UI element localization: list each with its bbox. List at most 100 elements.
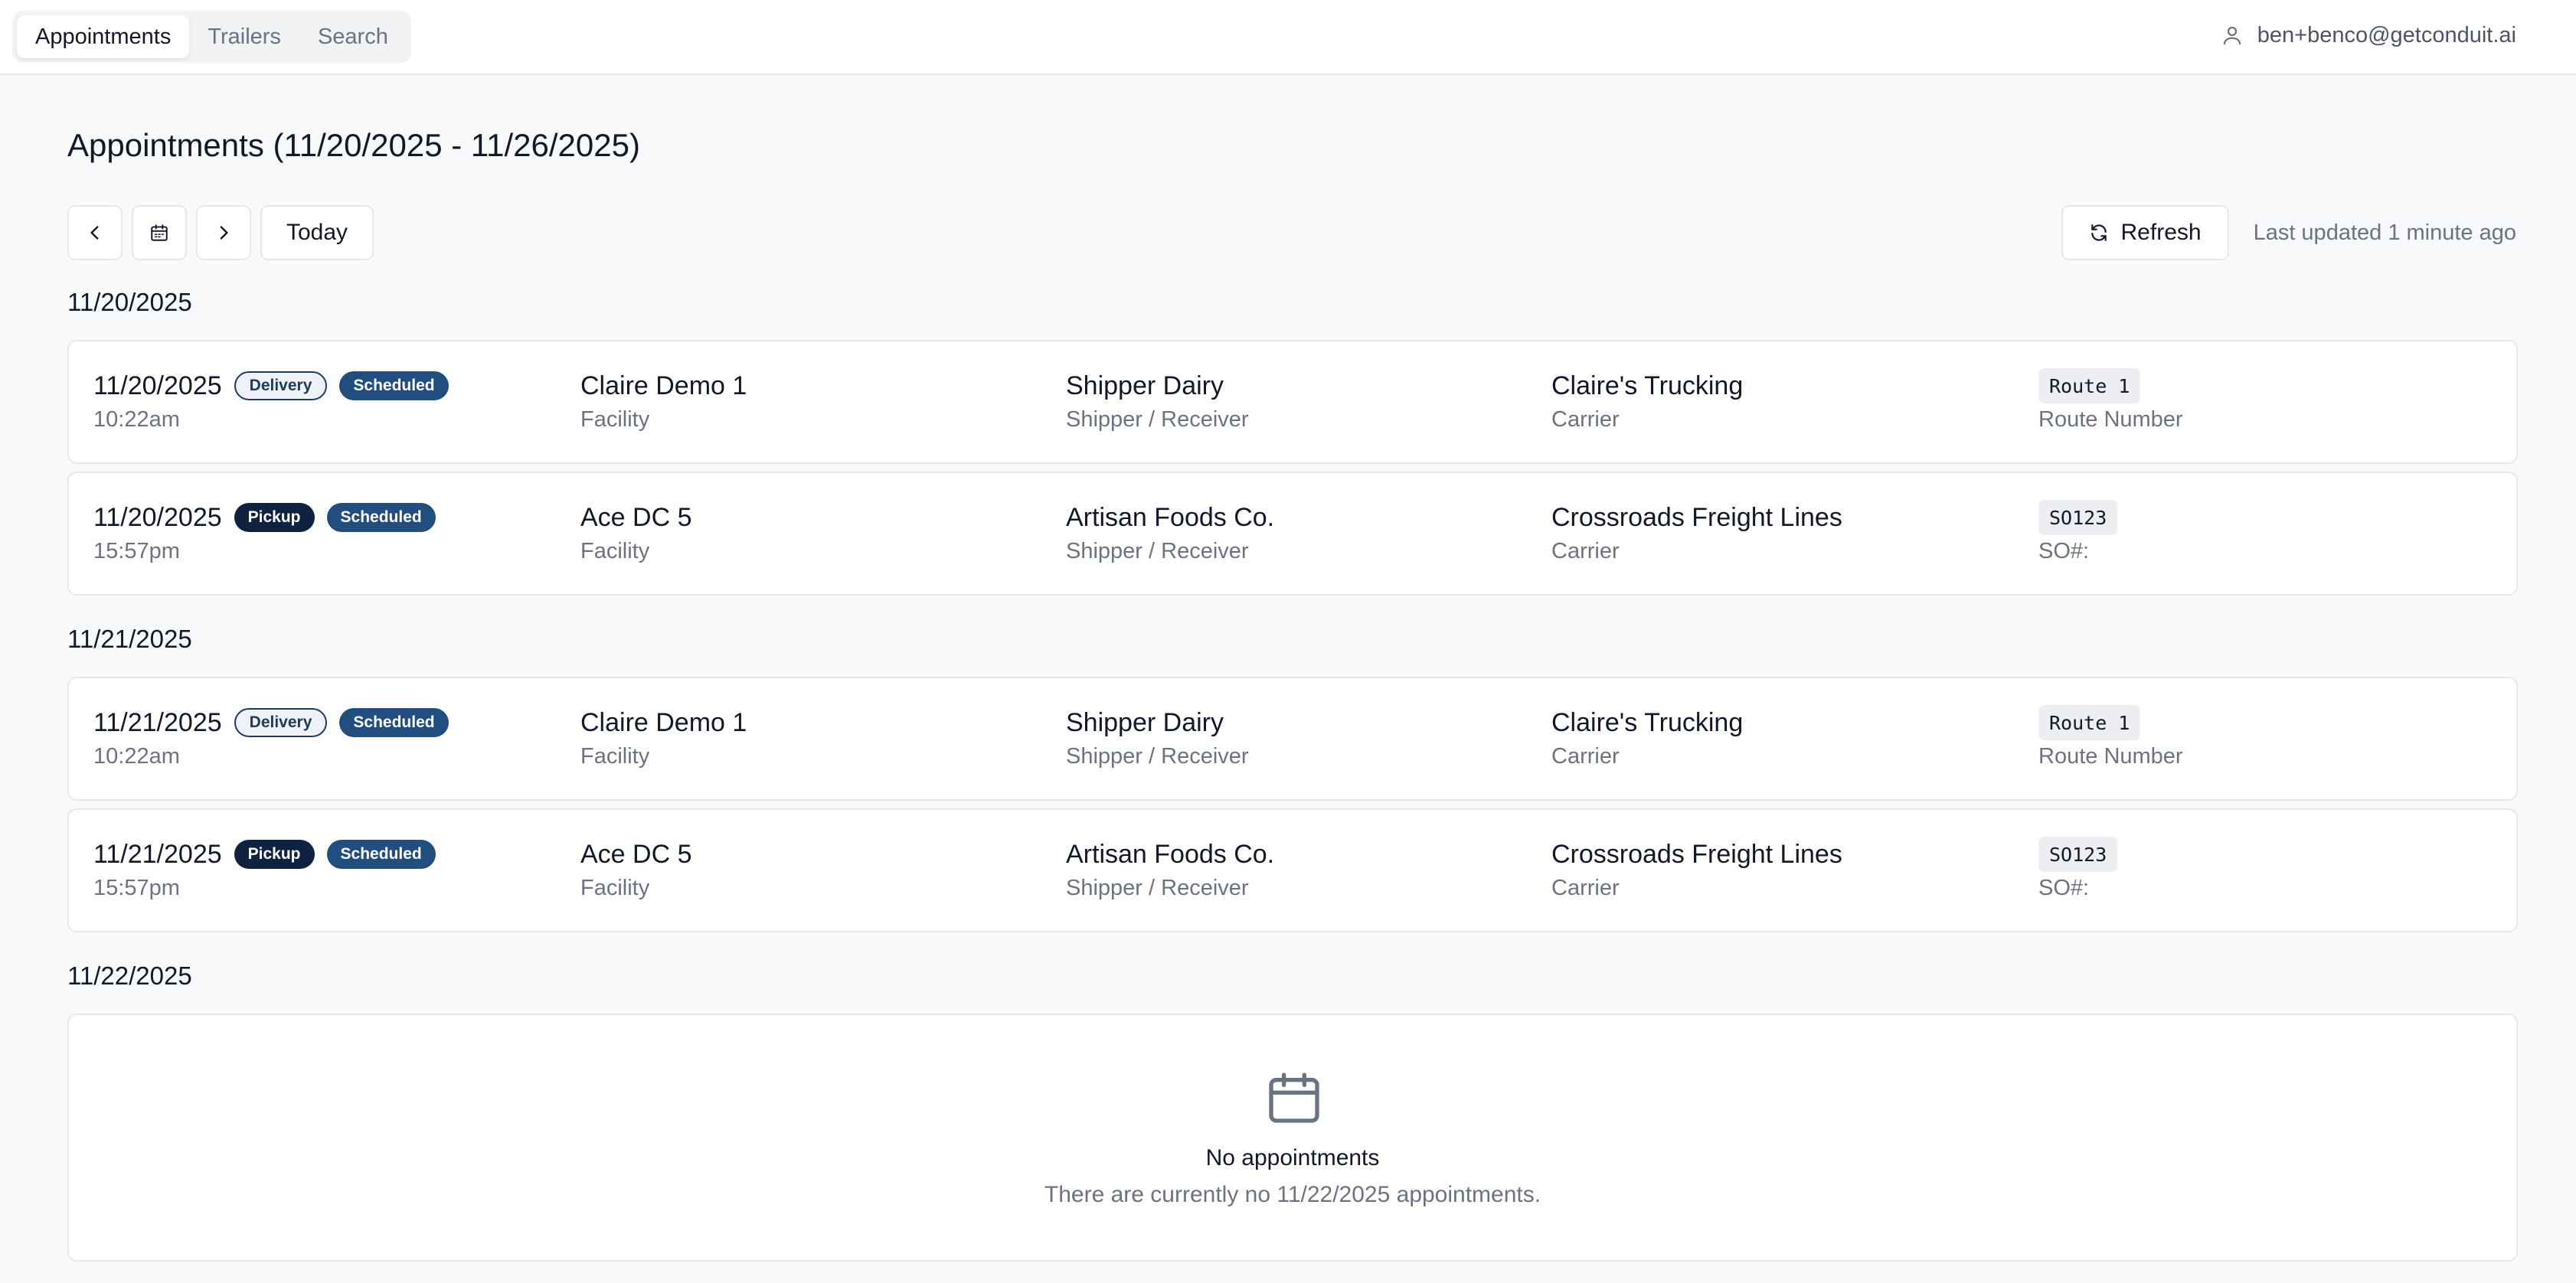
facility-label: Facility xyxy=(580,407,650,432)
shipper-name: Shipper Dairy xyxy=(1066,371,1224,400)
type-badge: Pickup xyxy=(234,840,315,869)
facility-name: Ace DC 5 xyxy=(580,503,692,532)
reference-label: SO#: xyxy=(2038,539,2090,563)
refresh-area: Refresh Last updated 1 minute ago xyxy=(2061,205,2516,260)
carrier-column: Claire's Trucking Carrier xyxy=(1551,704,1743,769)
carrier-column: Crossroads Freight Lines Carrier xyxy=(1551,499,1842,564)
appointment-date: 11/20/2025 xyxy=(93,502,222,532)
facility-column: Claire Demo 1 Facility xyxy=(580,704,747,769)
appointment-time: 15:57pm xyxy=(93,539,180,563)
appointment-datetime: 11/21/2025 Pickup Scheduled 15:57pm xyxy=(93,836,436,901)
section-date-heading: 11/20/2025 xyxy=(67,288,192,316)
next-week-button[interactable] xyxy=(196,205,251,260)
calendar-picker-button[interactable] xyxy=(132,205,187,260)
carrier-name: Claire's Trucking xyxy=(1551,371,1744,400)
facility-column: Ace DC 5 Facility xyxy=(580,836,692,901)
previous-week-button[interactable] xyxy=(67,205,123,260)
reference-column: SO123 SO#: xyxy=(2038,836,2118,901)
main-tabs: Appointments Trailers Search xyxy=(12,11,411,63)
reference-value: SO123 xyxy=(2038,837,2118,872)
reference-label: SO#: xyxy=(2038,876,2090,900)
reference-column: SO123 SO#: xyxy=(2038,499,2118,564)
appointment-time: 10:22am xyxy=(93,744,180,769)
tab-search[interactable]: Search xyxy=(299,15,407,58)
status-badge: Scheduled xyxy=(326,503,436,532)
user-email: ben+benco@getconduit.ai xyxy=(2257,22,2516,47)
facility-name: Claire Demo 1 xyxy=(580,708,747,737)
refresh-label: Refresh xyxy=(2120,220,2202,245)
refresh-icon xyxy=(2091,224,2107,241)
appointment-datetime: 11/20/2025 Delivery Scheduled 10:22am xyxy=(93,367,449,433)
empty-state-title: No appointments xyxy=(1205,1145,1380,1170)
shipper-name: Shipper Dairy xyxy=(1066,708,1224,737)
shipper-label: Shipper / Receiver xyxy=(1066,744,1249,769)
appointment-card[interactable]: 11/21/2025 Delivery Scheduled 10:22am Cl… xyxy=(67,677,2518,801)
facility-name: Claire Demo 1 xyxy=(580,371,747,400)
appointment-card[interactable]: 11/20/2025 Pickup Scheduled 15:57pm Ace … xyxy=(67,472,2518,596)
reference-label: Route Number xyxy=(2038,407,2183,432)
appointment-date: 11/21/2025 xyxy=(93,707,222,737)
status-badge: Scheduled xyxy=(326,840,436,869)
shipper-column: Artisan Foods Co. Shipper / Receiver xyxy=(1066,836,1274,901)
facility-column: Claire Demo 1 Facility xyxy=(580,367,747,433)
facility-name: Ace DC 5 xyxy=(580,840,692,869)
section-date-heading: 11/21/2025 xyxy=(67,625,192,653)
date-navigation: Today xyxy=(67,205,374,260)
facility-label: Facility xyxy=(580,539,650,563)
type-badge: Pickup xyxy=(234,503,315,532)
page-title: Appointments (11/20/2025 - 11/26/2025) xyxy=(67,127,640,163)
reference-label: Route Number xyxy=(2038,744,2183,769)
last-updated-text: Last updated 1 minute ago xyxy=(2253,220,2516,245)
top-nav-bar: Appointments Trailers Search ben+benco@g… xyxy=(0,0,2576,75)
appointment-date: 11/20/2025 xyxy=(93,371,222,400)
appointment-card[interactable]: 11/21/2025 Pickup Scheduled 15:57pm Ace … xyxy=(67,808,2518,932)
today-button[interactable]: Today xyxy=(260,205,374,260)
status-badge: Scheduled xyxy=(339,708,449,737)
appointment-card[interactable]: 11/20/2025 Delivery Scheduled 10:22am Cl… xyxy=(67,340,2518,464)
appointment-date: 11/21/2025 xyxy=(93,839,222,869)
reference-column: Route 1 Route Number xyxy=(2038,704,2183,769)
user-menu[interactable]: ben+benco@getconduit.ai xyxy=(2221,0,2516,70)
carrier-name: Claire's Trucking xyxy=(1551,708,1744,737)
carrier-label: Carrier xyxy=(1551,407,1620,432)
type-badge: Delivery xyxy=(234,708,328,737)
shipper-column: Shipper Dairy Shipper / Receiver xyxy=(1066,367,1249,433)
chevron-left-icon xyxy=(90,226,99,240)
facility-label: Facility xyxy=(580,876,650,900)
carrier-column: Crossroads Freight Lines Carrier xyxy=(1551,836,1842,901)
tab-appointments[interactable]: Appointments xyxy=(17,15,190,58)
user-icon xyxy=(2223,26,2241,45)
carrier-label: Carrier xyxy=(1551,876,1620,900)
reference-column: Route 1 Route Number xyxy=(2038,367,2183,433)
shipper-column: Artisan Foods Co. Shipper / Receiver xyxy=(1066,499,1274,564)
shipper-column: Shipper Dairy Shipper / Receiver xyxy=(1066,704,1249,769)
chevron-right-icon xyxy=(220,226,228,240)
appointment-datetime: 11/21/2025 Delivery Scheduled 10:22am xyxy=(93,704,449,769)
status-badge: Scheduled xyxy=(339,371,449,400)
empty-state-description: There are currently no 11/22/2025 appoin… xyxy=(1044,1182,1541,1207)
shipper-label: Shipper / Receiver xyxy=(1066,539,1249,563)
appointment-time: 10:22am xyxy=(93,407,180,432)
calendar-icon xyxy=(1269,1072,1319,1123)
appointment-datetime: 11/20/2025 Pickup Scheduled 15:57pm xyxy=(93,499,436,564)
empty-state-card: No appointments There are currently no 1… xyxy=(67,1014,2518,1262)
carrier-column: Claire's Trucking Carrier xyxy=(1551,367,1743,433)
type-badge: Delivery xyxy=(234,371,328,400)
section-date-heading: 11/22/2025 xyxy=(67,961,192,990)
carrier-label: Carrier xyxy=(1551,539,1620,563)
reference-value: Route 1 xyxy=(2038,705,2141,740)
shipper-name: Artisan Foods Co. xyxy=(1066,503,1275,532)
carrier-name: Crossroads Freight Lines xyxy=(1551,840,1842,869)
calendar-icon xyxy=(151,224,168,241)
carrier-label: Carrier xyxy=(1551,744,1620,769)
facility-label: Facility xyxy=(580,744,650,769)
tab-trailers[interactable]: Trailers xyxy=(189,15,299,58)
carrier-name: Crossroads Freight Lines xyxy=(1551,503,1842,532)
shipper-label: Shipper / Receiver xyxy=(1066,407,1249,432)
appointment-time: 15:57pm xyxy=(93,876,180,900)
refresh-button[interactable]: Refresh xyxy=(2061,205,2229,260)
shipper-label: Shipper / Receiver xyxy=(1066,876,1249,900)
reference-value: SO123 xyxy=(2038,500,2118,535)
reference-value: Route 1 xyxy=(2038,368,2141,403)
shipper-name: Artisan Foods Co. xyxy=(1066,840,1275,869)
